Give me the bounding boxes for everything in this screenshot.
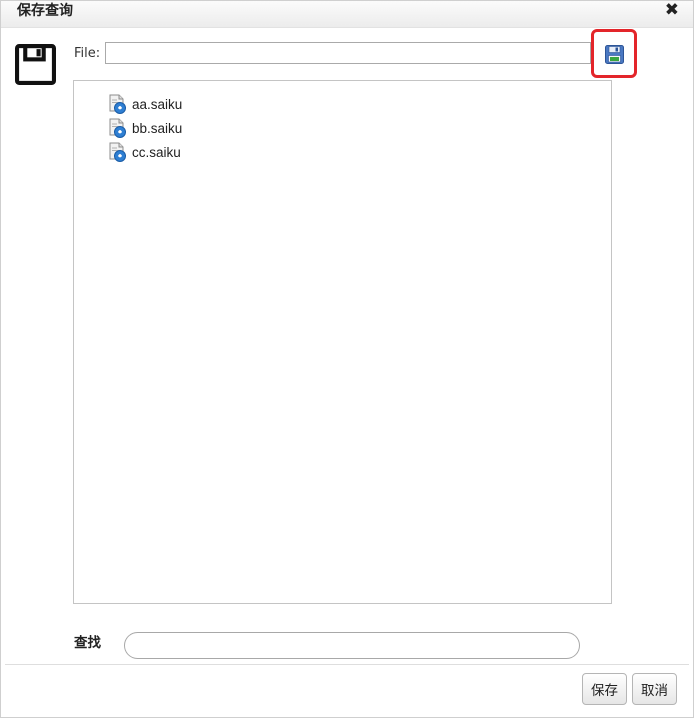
search-label: 查找 xyxy=(74,635,101,651)
cancel-button[interactable]: 取消 xyxy=(632,673,677,705)
save-file-button[interactable] xyxy=(591,29,637,78)
saiku-file-icon xyxy=(109,94,126,114)
dialog-title: 保存查询 xyxy=(17,3,73,19)
file-label: File: xyxy=(74,46,101,61)
floppy-disk-icon xyxy=(15,44,56,85)
floppy-disk-icon xyxy=(605,45,624,64)
close-icon[interactable]: ✖ xyxy=(665,1,679,19)
file-name: cc.saiku xyxy=(132,144,181,160)
file-list[interactable]: aa.saiku bb.saiku cc.saiku xyxy=(73,80,612,604)
list-item[interactable]: bb.saiku xyxy=(107,118,182,138)
list-item[interactable]: cc.saiku xyxy=(107,142,181,162)
file-name-input[interactable] xyxy=(105,42,591,64)
file-name: bb.saiku xyxy=(132,120,183,136)
file-name: aa.saiku xyxy=(132,96,183,112)
list-item[interactable]: aa.saiku xyxy=(107,94,182,114)
footer-divider xyxy=(5,664,689,665)
save-query-dialog: 保存查询 ✖ File: aa.saiku bb.saiku cc.saiku … xyxy=(0,0,694,718)
dialog-titlebar: 保存查询 ✖ xyxy=(1,1,693,28)
saiku-file-icon xyxy=(109,118,126,138)
saiku-file-icon xyxy=(109,142,126,162)
search-input[interactable] xyxy=(124,632,580,659)
save-button[interactable]: 保存 xyxy=(582,673,627,705)
